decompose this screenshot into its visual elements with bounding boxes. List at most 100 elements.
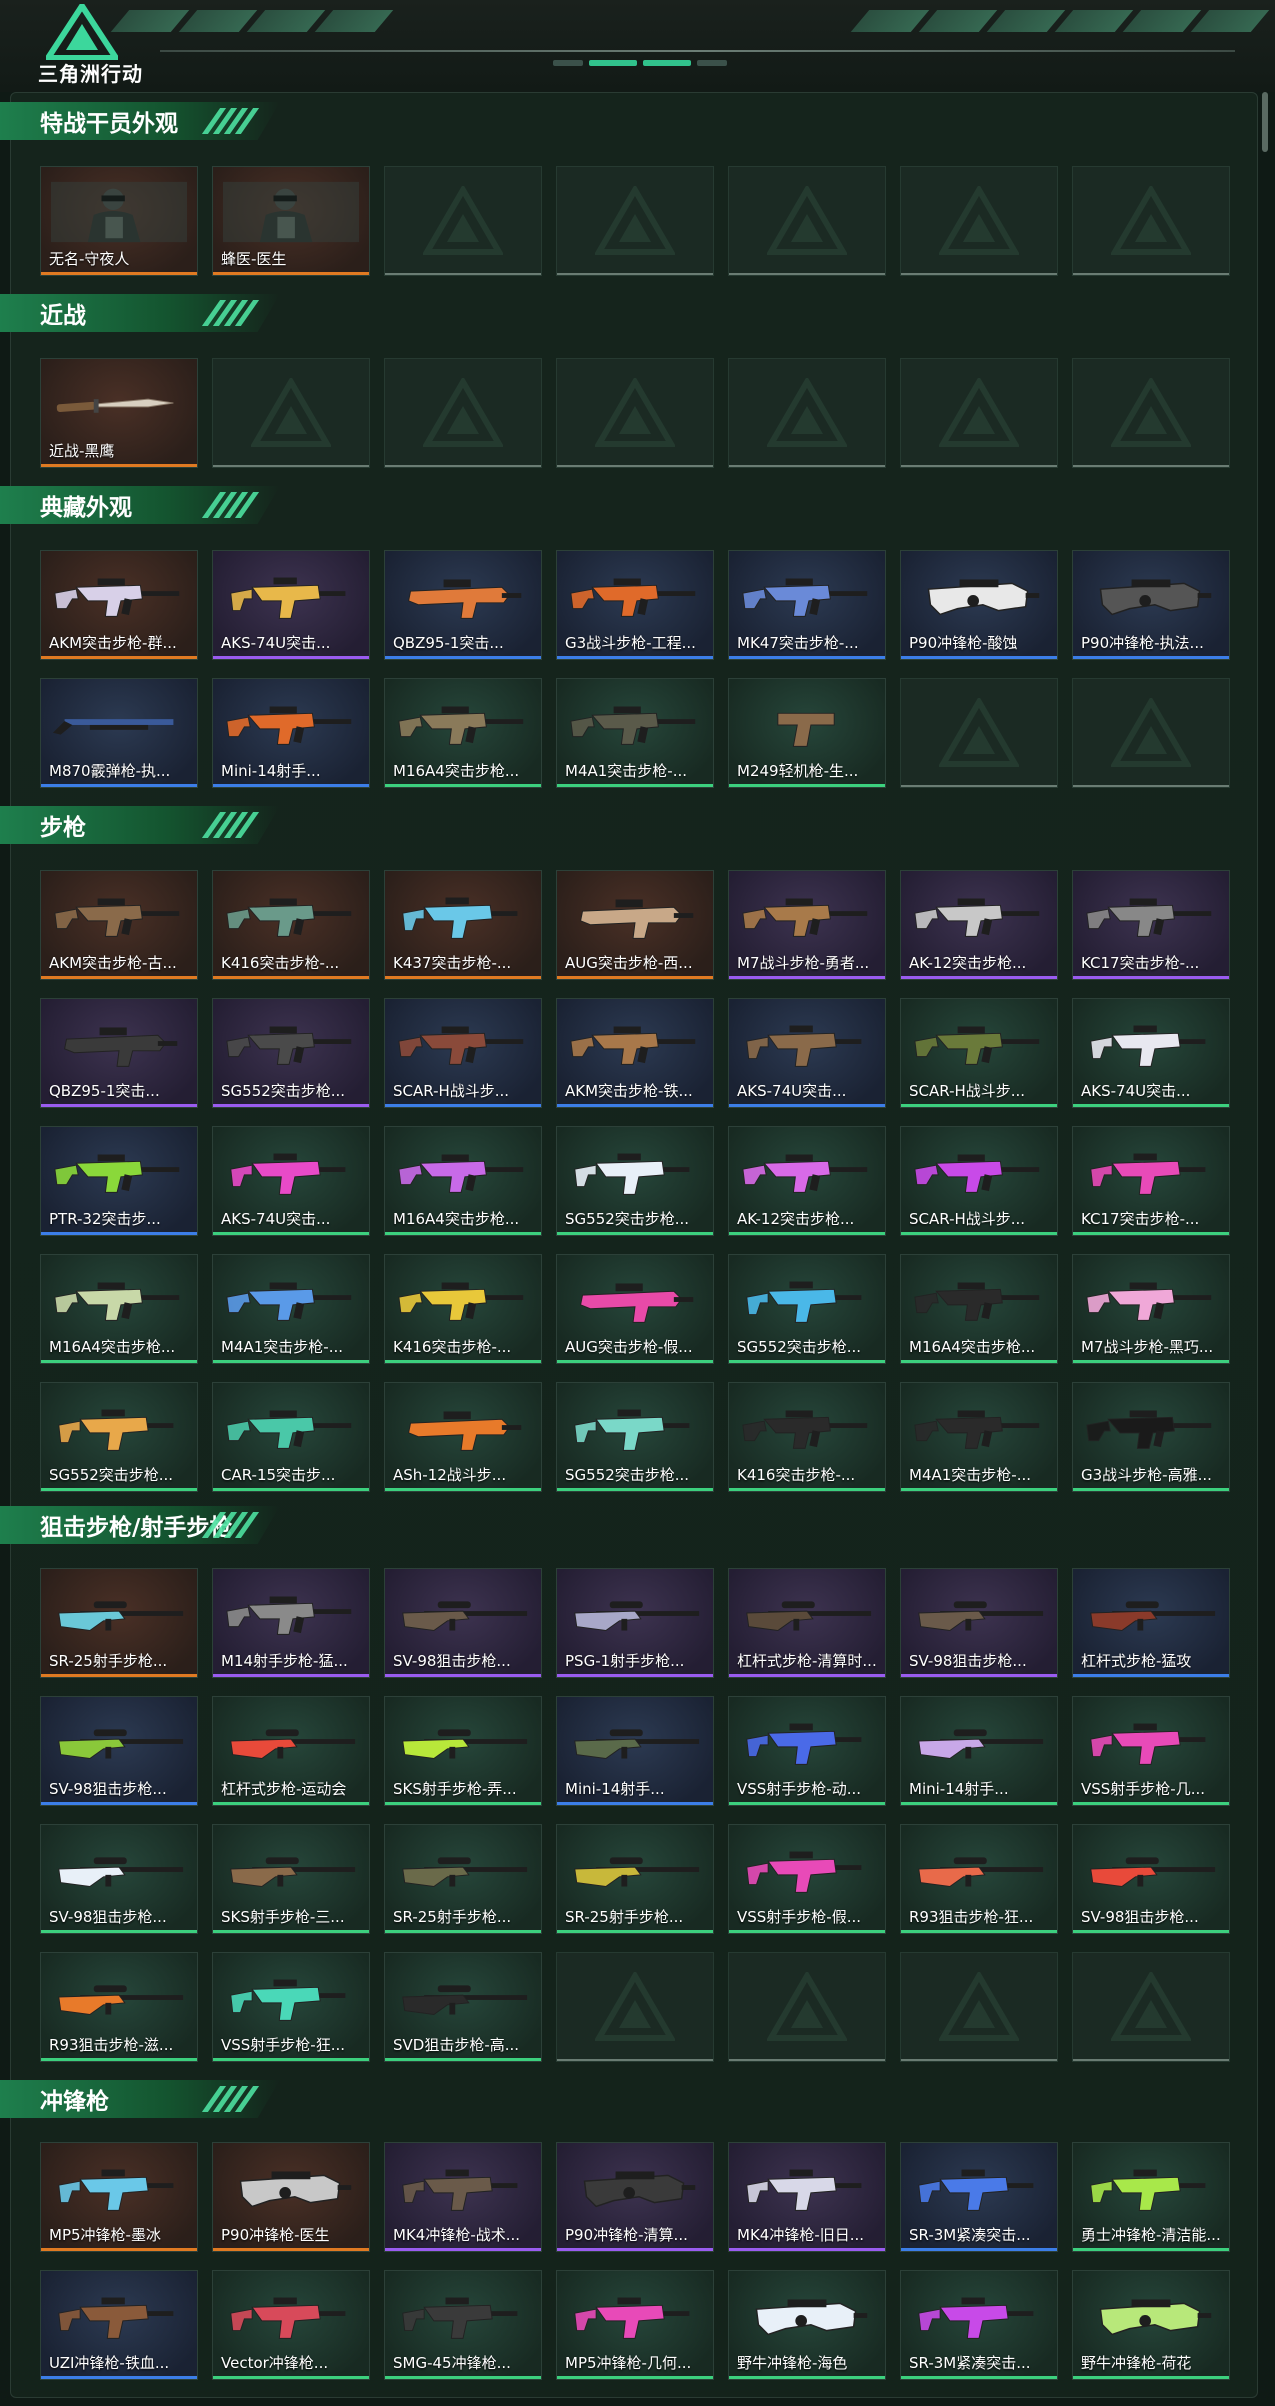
item-card[interactable]: G3战斗步枪-高雅... <box>1072 1382 1230 1492</box>
item-card[interactable]: SR-25射手步枪... <box>384 1824 542 1934</box>
item-card[interactable]: P90冲锋枪-医生 <box>212 2142 370 2252</box>
item-card[interactable]: QBZ95-1突击... <box>40 998 198 1108</box>
item-card[interactable]: AKS-74U突击... <box>1072 998 1230 1108</box>
item-card[interactable]: M7战斗步枪-勇者... <box>728 870 886 980</box>
item-card[interactable]: M16A4突击步枪... <box>384 678 542 788</box>
item-image <box>567 1141 703 1203</box>
item-card[interactable]: M4A1突击步枪-... <box>900 1382 1058 1492</box>
item-card[interactable]: M14射手步枪-猛... <box>212 1568 370 1678</box>
item-card[interactable]: M16A4突击步枪... <box>40 1254 198 1364</box>
item-card[interactable]: AKM突击步枪-古... <box>40 870 198 980</box>
scrollbar[interactable] <box>1262 92 1268 152</box>
item-card[interactable]: 杠杆式步枪-运动会 <box>212 1696 370 1806</box>
item-card[interactable]: VSS射手步枪-几... <box>1072 1696 1230 1806</box>
item-card[interactable]: SV-98狙击步枪... <box>900 1568 1058 1678</box>
item-card[interactable]: M249轻机枪-生... <box>728 678 886 788</box>
item-card[interactable]: 杠杆式步枪-清算时... <box>728 1568 886 1678</box>
item-card[interactable]: AKS-74U突击... <box>728 998 886 1108</box>
item-card[interactable]: G3战斗步枪-工程... <box>556 550 714 660</box>
item-card[interactable]: M870霰弹枪-执... <box>40 678 198 788</box>
item-card[interactable]: SR-3M紧凑突击... <box>900 2270 1058 2380</box>
item-card[interactable]: M7战斗步枪-黑巧... <box>1072 1254 1230 1364</box>
item-card[interactable]: MP5冲锋枪-几何... <box>556 2270 714 2380</box>
item-card[interactable]: SR-25射手步枪... <box>556 1824 714 1934</box>
item-card[interactable]: AKM突击步枪-群... <box>40 550 198 660</box>
item-card[interactable]: R93狙击步枪-狂... <box>900 1824 1058 1934</box>
item-card[interactable]: MK4冲锋枪-旧日... <box>728 2142 886 2252</box>
item-card[interactable]: SG552突击步枪... <box>728 1254 886 1364</box>
item-card[interactable]: M4A1突击步枪-... <box>556 678 714 788</box>
item-card[interactable]: Mini-14射手... <box>212 678 370 788</box>
item-card[interactable]: SV-98狙击步枪... <box>40 1696 198 1806</box>
item-card[interactable]: SG552突击步枪... <box>556 1382 714 1492</box>
item-card[interactable]: VSS射手步枪-假... <box>728 1824 886 1934</box>
item-card[interactable]: SCAR-H战斗步... <box>900 1126 1058 1236</box>
item-card[interactable]: Mini-14射手... <box>900 1696 1058 1806</box>
item-card[interactable]: Vector冲锋枪... <box>212 2270 370 2380</box>
item-card[interactable]: SCAR-H战斗步... <box>900 998 1058 1108</box>
item-card[interactable]: MP5冲锋枪-墨冰 <box>40 2142 198 2252</box>
item-card[interactable]: SKS射手步枪-三... <box>212 1824 370 1934</box>
item-card[interactable]: UZI冲锋枪-铁血... <box>40 2270 198 2380</box>
item-card[interactable]: AUG突击步枪-假... <box>556 1254 714 1364</box>
item-card[interactable]: SV-98狙击步枪... <box>40 1824 198 1934</box>
item-card[interactable]: AK-12突击步枪... <box>728 1126 886 1236</box>
item-card[interactable]: VSS射手步枪-狂... <box>212 1952 370 2062</box>
item-card[interactable]: 近战-黑鹰 <box>40 358 198 468</box>
item-card[interactable]: CAR-15突击步... <box>212 1382 370 1492</box>
item-card[interactable]: 无名-守夜人 <box>40 166 198 276</box>
item-card[interactable]: AKS-74U突击... <box>212 550 370 660</box>
empty-item-slot <box>384 166 542 276</box>
item-card[interactable]: K416突击步枪-... <box>728 1382 886 1492</box>
item-card[interactable]: SV-98狙击步枪... <box>1072 1824 1230 1934</box>
item-card[interactable]: AKM突击步枪-铁... <box>556 998 714 1108</box>
item-card[interactable]: PTR-32突击步... <box>40 1126 198 1236</box>
item-card[interactable]: SVD狙击步枪-高... <box>384 1952 542 2062</box>
item-card[interactable]: AUG突击步枪-西... <box>556 870 714 980</box>
item-card[interactable]: SG552突击步枪... <box>556 1126 714 1236</box>
item-name: M4A1突击步枪-... <box>221 1338 344 1356</box>
item-card[interactable]: 勇士冲锋枪-清洁能... <box>1072 2142 1230 2252</box>
item-card[interactable]: SMG-45冲锋枪... <box>384 2270 542 2380</box>
item-card[interactable]: QBZ95-1突击... <box>384 550 542 660</box>
item-card[interactable]: SG552突击步枪... <box>212 998 370 1108</box>
item-card[interactable]: P90冲锋枪-酸蚀 <box>900 550 1058 660</box>
item-card[interactable]: K437突击步枪-... <box>384 870 542 980</box>
item-name: VSS射手步枪-狂... <box>221 2036 346 2054</box>
item-card[interactable]: MK47突击步枪-... <box>728 550 886 660</box>
item-card[interactable]: 杠杆式步枪-猛攻 <box>1072 1568 1230 1678</box>
item-image <box>51 565 187 627</box>
item-name: M4A1突击步枪-... <box>565 762 688 780</box>
item-card[interactable]: Mini-14射手... <box>556 1696 714 1806</box>
item-card[interactable]: SKS射手步枪-弄... <box>384 1696 542 1806</box>
item-card[interactable]: SG552突击步枪... <box>40 1382 198 1492</box>
item-image <box>51 1711 187 1773</box>
item-card[interactable]: SR-25射手步枪... <box>40 1568 198 1678</box>
item-card[interactable]: KC17突击步枪-... <box>1072 870 1230 980</box>
item-card[interactable]: P90冲锋枪-清算... <box>556 2142 714 2252</box>
item-card[interactable]: K416突击步枪-... <box>212 870 370 980</box>
empty-item-slot <box>728 1952 886 2062</box>
item-card[interactable]: P90冲锋枪-执法... <box>1072 550 1230 660</box>
item-name: M16A4突击步枪... <box>49 1338 176 1356</box>
item-card[interactable]: VSS射手步枪-动... <box>728 1696 886 1806</box>
item-card[interactable]: KC17突击步枪-... <box>1072 1126 1230 1236</box>
item-card[interactable]: AKS-74U突击... <box>212 1126 370 1236</box>
item-card[interactable]: 蜂医-医生 <box>212 166 370 276</box>
item-card[interactable]: AK-12突击步枪... <box>900 870 1058 980</box>
item-card[interactable]: PSG-1射手步枪... <box>556 1568 714 1678</box>
item-card[interactable]: R93狙击步枪-滋... <box>40 1952 198 2062</box>
rarity-bar <box>901 1930 1057 1933</box>
item-card[interactable]: 野牛冲锋枪-海色 <box>728 2270 886 2380</box>
item-card[interactable]: M4A1突击步枪-... <box>212 1254 370 1364</box>
item-image <box>567 885 703 947</box>
item-card[interactable]: M16A4突击步枪... <box>384 1126 542 1236</box>
item-card[interactable]: SV-98狙击步枪... <box>384 1568 542 1678</box>
item-card[interactable]: ASh-12战斗步... <box>384 1382 542 1492</box>
item-card[interactable]: MK4冲锋枪-战术... <box>384 2142 542 2252</box>
item-card[interactable]: SR-3M紧凑突击... <box>900 2142 1058 2252</box>
item-card[interactable]: SCAR-H战斗步... <box>384 998 542 1108</box>
item-card[interactable]: K416突击步枪-... <box>384 1254 542 1364</box>
item-card[interactable]: M16A4突击步枪... <box>900 1254 1058 1364</box>
item-card[interactable]: 野牛冲锋枪-荷花 <box>1072 2270 1230 2380</box>
